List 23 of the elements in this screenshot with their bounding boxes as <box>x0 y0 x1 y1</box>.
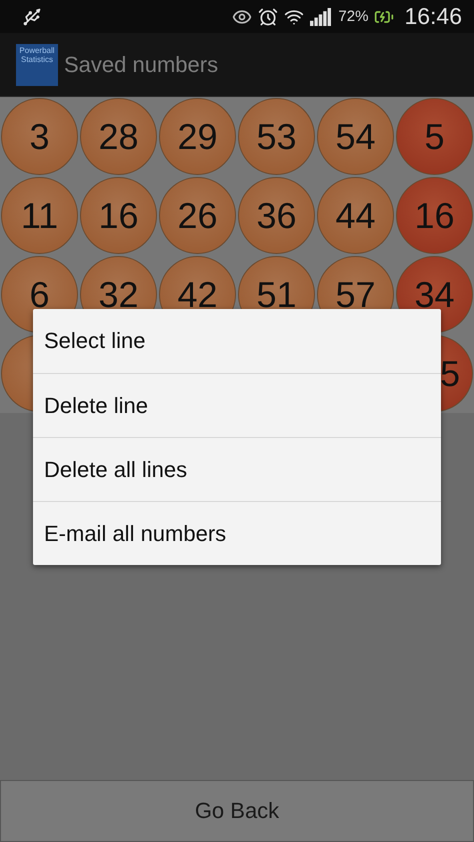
number-ball[interactable]: 3 <box>1 98 78 175</box>
clock-time: 16:46 <box>404 3 462 30</box>
menu-item[interactable]: Delete line <box>33 373 441 437</box>
number-ball[interactable]: 29 <box>159 98 236 175</box>
number-ball[interactable]: 36 <box>238 177 315 254</box>
usb-icon <box>22 6 42 26</box>
number-ball[interactable]: 44 <box>317 177 394 254</box>
number-ball[interactable]: 26 <box>159 177 236 254</box>
number-ball[interactable]: 53 <box>238 98 315 175</box>
go-back-button[interactable]: Go Back <box>0 780 474 842</box>
number-ball[interactable]: 16 <box>80 177 157 254</box>
number-ball[interactable]: 5 <box>396 98 473 175</box>
screen-title: Saved numbers <box>64 52 218 78</box>
number-ball[interactable]: 54 <box>317 98 394 175</box>
battery-percent: 72% <box>338 8 368 25</box>
alarm-icon <box>258 6 278 26</box>
menu-item[interactable]: Delete all lines <box>33 437 441 501</box>
number-ball[interactable]: 16 <box>396 177 473 254</box>
number-ball[interactable]: 28 <box>80 98 157 175</box>
signal-icon <box>310 8 332 26</box>
app-logo: Powerball Statistics <box>16 44 58 86</box>
number-ball[interactable]: 11 <box>1 177 78 254</box>
menu-item[interactable]: E-mail all numbers <box>33 501 441 565</box>
